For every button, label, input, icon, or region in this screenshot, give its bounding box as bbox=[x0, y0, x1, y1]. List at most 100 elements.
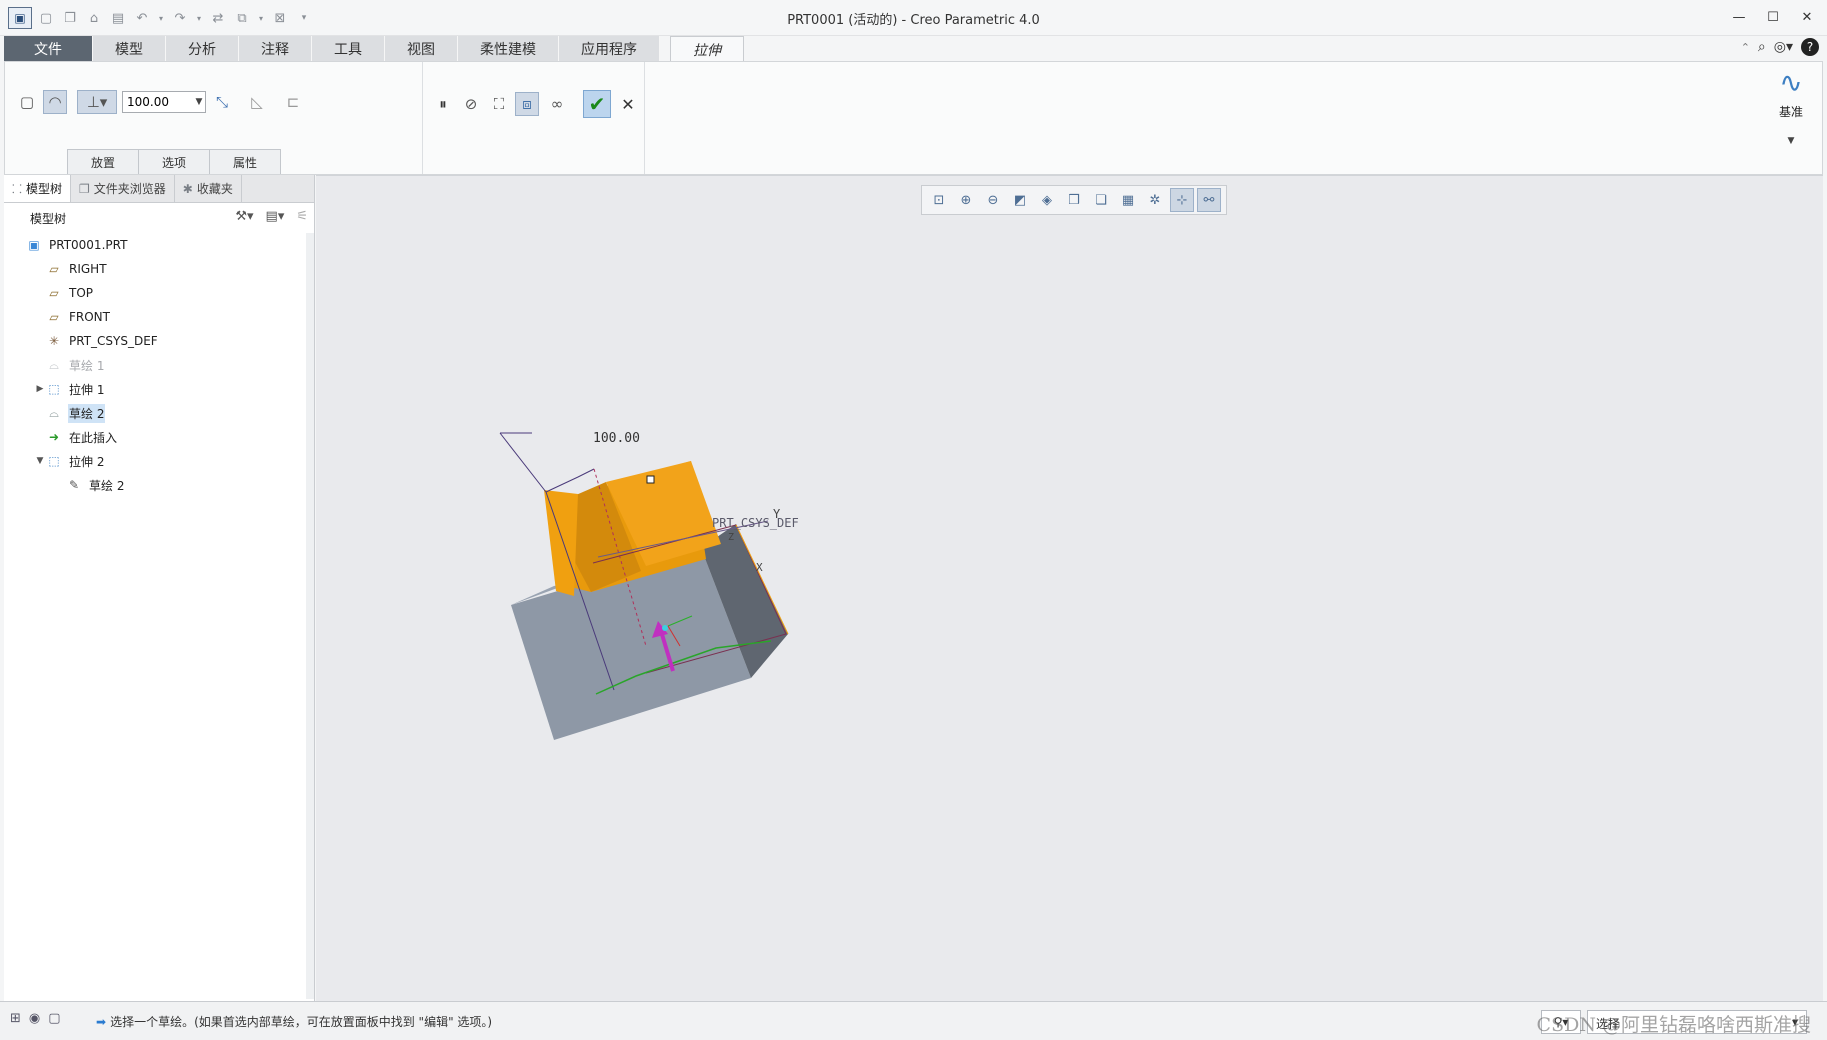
orange-block-edge bbox=[544, 490, 578, 596]
tree-item[interactable]: ➜ 在此插入 bbox=[4, 425, 314, 449]
extrude-dashboard: ▢ ◠ ⊥▾ ▼ ⤡ ◺ ⊏ 放置选项属性 ⏸ ⊘ ⛶ ⧈ ∞ ✔ ✕ ∿ 基准… bbox=[4, 61, 1823, 175]
tree-item-label: 草绘 2 bbox=[89, 478, 125, 493]
status-message-text: 选择一个草绘。(如果首选内部草绘，可在放置面板中找到 "编辑" 选项。) bbox=[110, 1015, 493, 1029]
depth-dimension: 100.00 bbox=[593, 431, 640, 446]
navigator-panel: ⸬ 模型树 ❐ 文件夹浏览器 ✱ 收藏夹 模型树 ⚒▾ ▤▾ ⚟ ▣ PRT0001.PRT… bbox=[4, 175, 315, 1001]
drag-handle bbox=[646, 475, 655, 484]
tree-show-icon[interactable]: ▤▾ bbox=[266, 209, 285, 224]
collapse-ribbon-icon[interactable]: ⌃ bbox=[1741, 41, 1750, 54]
tree-item-label: 拉伸 2 bbox=[69, 454, 105, 469]
filter-select[interactable]: 选择 ▾ bbox=[1587, 1010, 1807, 1034]
csys-label: PRT_CSYS_DEF bbox=[712, 516, 799, 530]
maximize-button[interactable]: ☐ bbox=[1759, 6, 1787, 28]
cancel-button[interactable]: ✕ bbox=[617, 92, 639, 116]
tree-item-label: 在此插入 bbox=[69, 430, 118, 445]
tree-filter-icon[interactable]: ⚟ bbox=[296, 209, 308, 224]
tab-2[interactable]: 分析 bbox=[166, 36, 239, 62]
surface-icon[interactable]: ◠ bbox=[43, 90, 67, 114]
no-preview-icon[interactable]: ⊘ bbox=[459, 92, 483, 116]
expand-toggle-icon[interactable]: ▶ bbox=[34, 384, 46, 394]
status-bar: ⊞ ◉ ▢ ➡ 选择一个草绘。(如果首选内部草绘，可在放置面板中找到 "编辑" … bbox=[0, 1001, 1827, 1040]
tree-item[interactable]: ▱ FRONT bbox=[4, 305, 314, 329]
tree-item[interactable]: ✳ PRT_CSYS_DEF bbox=[4, 329, 314, 353]
extrude-options-group: ▢ ◠ ⊥▾ ▼ ⤡ ◺ ⊏ 放置选项属性 bbox=[5, 62, 423, 174]
sketch-icon: ⌓ bbox=[49, 405, 59, 420]
tab-3[interactable]: 注释 bbox=[239, 36, 312, 62]
tree-item-label: PRT0001.PRT bbox=[49, 238, 128, 252]
find-icon[interactable]: ⚲▾ bbox=[1541, 1010, 1581, 1034]
solid-icon[interactable]: ▢ bbox=[15, 90, 39, 114]
subtab-1[interactable]: 选项 bbox=[138, 149, 210, 174]
tab-4[interactable]: 工具 bbox=[312, 36, 385, 62]
show-navigator-icon[interactable]: ⊞ bbox=[10, 1011, 21, 1026]
tab-5[interactable]: 视图 bbox=[385, 36, 458, 62]
tree-item[interactable]: ⌓ 草绘 2 bbox=[4, 401, 314, 425]
graphics-window[interactable]: ⊡ ⊕ ⊖ ◩ ◈ ❒ ❏ ▦ ✲ ⊹ ⚯ Y X Z PRT_CSYS_DEF… bbox=[316, 175, 1823, 1001]
sketch-edit-icon: ✎ bbox=[68, 478, 80, 492]
attached-preview-icon[interactable]: ⛶ bbox=[487, 92, 511, 116]
sketch-icon: ⌓ bbox=[49, 357, 59, 372]
flip-direction-icon[interactable]: ⤡ bbox=[210, 90, 234, 114]
navigator-tabs: ⸬ 模型树 ❐ 文件夹浏览器 ✱ 收藏夹 bbox=[4, 175, 314, 203]
tree-item[interactable]: ▱ TOP bbox=[4, 281, 314, 305]
help-icon[interactable]: ? bbox=[1801, 38, 1819, 56]
datum-label: 基准 bbox=[1778, 105, 1803, 119]
subtab-0[interactable]: 放置 bbox=[67, 149, 139, 174]
tree-settings-icon[interactable]: ⚒▾ bbox=[235, 209, 253, 224]
tab-7[interactable]: 应用程序 bbox=[559, 36, 660, 62]
search-icon[interactable]: ⌕ bbox=[1758, 39, 1766, 55]
ribbon-right-tools: ⌃ ⌕ ◎▾ ? bbox=[1741, 38, 1819, 56]
datum-plane-icon: ▱ bbox=[49, 310, 59, 324]
full-screen-icon[interactable]: ▢ bbox=[48, 1011, 60, 1026]
navigator-tab-1[interactable]: ❐ 文件夹浏览器 bbox=[71, 175, 175, 202]
remove-material-icon[interactable]: ◺ bbox=[245, 90, 269, 114]
tree-scrollbar[interactable] bbox=[306, 233, 314, 999]
status-left-tools: ⊞ ◉ ▢ bbox=[10, 1011, 61, 1026]
message-arrow-icon: ➡ bbox=[96, 1014, 107, 1029]
tree-item[interactable]: ▶ ⬚ 拉伸 1 bbox=[4, 377, 314, 401]
minimize-button[interactable]: — bbox=[1725, 6, 1753, 28]
datum-icon: ∿ bbox=[1779, 66, 1803, 99]
community-icon[interactable]: ◎▾ bbox=[1774, 39, 1793, 55]
verify-mode-icon[interactable]: ∞ bbox=[545, 92, 569, 116]
part-icon: ▣ bbox=[28, 238, 40, 252]
model-tree-icon: ⸬ bbox=[12, 182, 22, 196]
expand-toggle-icon[interactable]: ▼ bbox=[34, 456, 46, 466]
tree-item[interactable]: ▼ ⬚ 拉伸 2 bbox=[4, 449, 314, 473]
tab-1[interactable]: 模型 bbox=[93, 36, 166, 62]
sketch-edge bbox=[545, 468, 595, 493]
folder-icon: ❐ bbox=[78, 181, 90, 196]
filter-dropdown-icon: ▾ bbox=[1791, 1015, 1798, 1029]
subtab-2[interactable]: 属性 bbox=[209, 149, 281, 174]
tree-item[interactable]: ▱ RIGHT bbox=[4, 257, 314, 281]
model-viewport: Y X Z PRT_CSYS_DEF 100.00 bbox=[499, 431, 799, 740]
detached-preview-icon[interactable]: ⧈ bbox=[515, 92, 539, 116]
csys-x-label: X bbox=[756, 561, 763, 574]
depth-dropdown-icon[interactable]: ▼ bbox=[192, 92, 206, 112]
tab-0[interactable]: 文件 bbox=[4, 36, 93, 62]
csys-icon: ✳ bbox=[48, 334, 60, 348]
thicken-icon[interactable]: ⊏ bbox=[281, 90, 305, 114]
datum-group[interactable]: ∿ 基准 ▼ bbox=[1768, 66, 1814, 146]
tab-6[interactable]: 柔性建模 bbox=[458, 36, 559, 62]
tree-item[interactable]: ▣ PRT0001.PRT bbox=[4, 233, 314, 257]
datum-plane-icon: ▱ bbox=[49, 262, 59, 276]
tab-spacer bbox=[660, 36, 670, 62]
tree-item-label: 拉伸 1 bbox=[69, 382, 105, 397]
tree-item-label: RIGHT bbox=[69, 262, 107, 276]
tree-tools: ⚒▾ ▤▾ ⚟ bbox=[235, 209, 308, 224]
tree-item-label: PRT_CSYS_DEF bbox=[69, 334, 158, 348]
navigator-tab-0[interactable]: ⸬ 模型树 bbox=[4, 175, 71, 202]
tab-8[interactable]: 拉伸 bbox=[670, 36, 744, 62]
tree-item[interactable]: ✎ 草绘 2 bbox=[4, 473, 314, 497]
datum-dropdown-icon[interactable]: ▼ bbox=[1768, 136, 1814, 146]
tree-item[interactable]: ⌓ 草绘 1 bbox=[4, 353, 314, 377]
ok-button[interactable]: ✔ bbox=[583, 90, 611, 118]
navigator-tab-2[interactable]: ✱ 收藏夹 bbox=[175, 175, 242, 202]
tree-title: 模型树 bbox=[30, 211, 67, 226]
navigator-tab-label: 文件夹浏览器 bbox=[93, 182, 166, 196]
show-browser-icon[interactable]: ◉ bbox=[29, 1011, 40, 1026]
depth-type-icon[interactable]: ⊥▾ bbox=[77, 90, 117, 114]
close-button[interactable]: ✕ bbox=[1793, 6, 1821, 28]
pause-icon[interactable]: ⏸ bbox=[431, 92, 455, 116]
